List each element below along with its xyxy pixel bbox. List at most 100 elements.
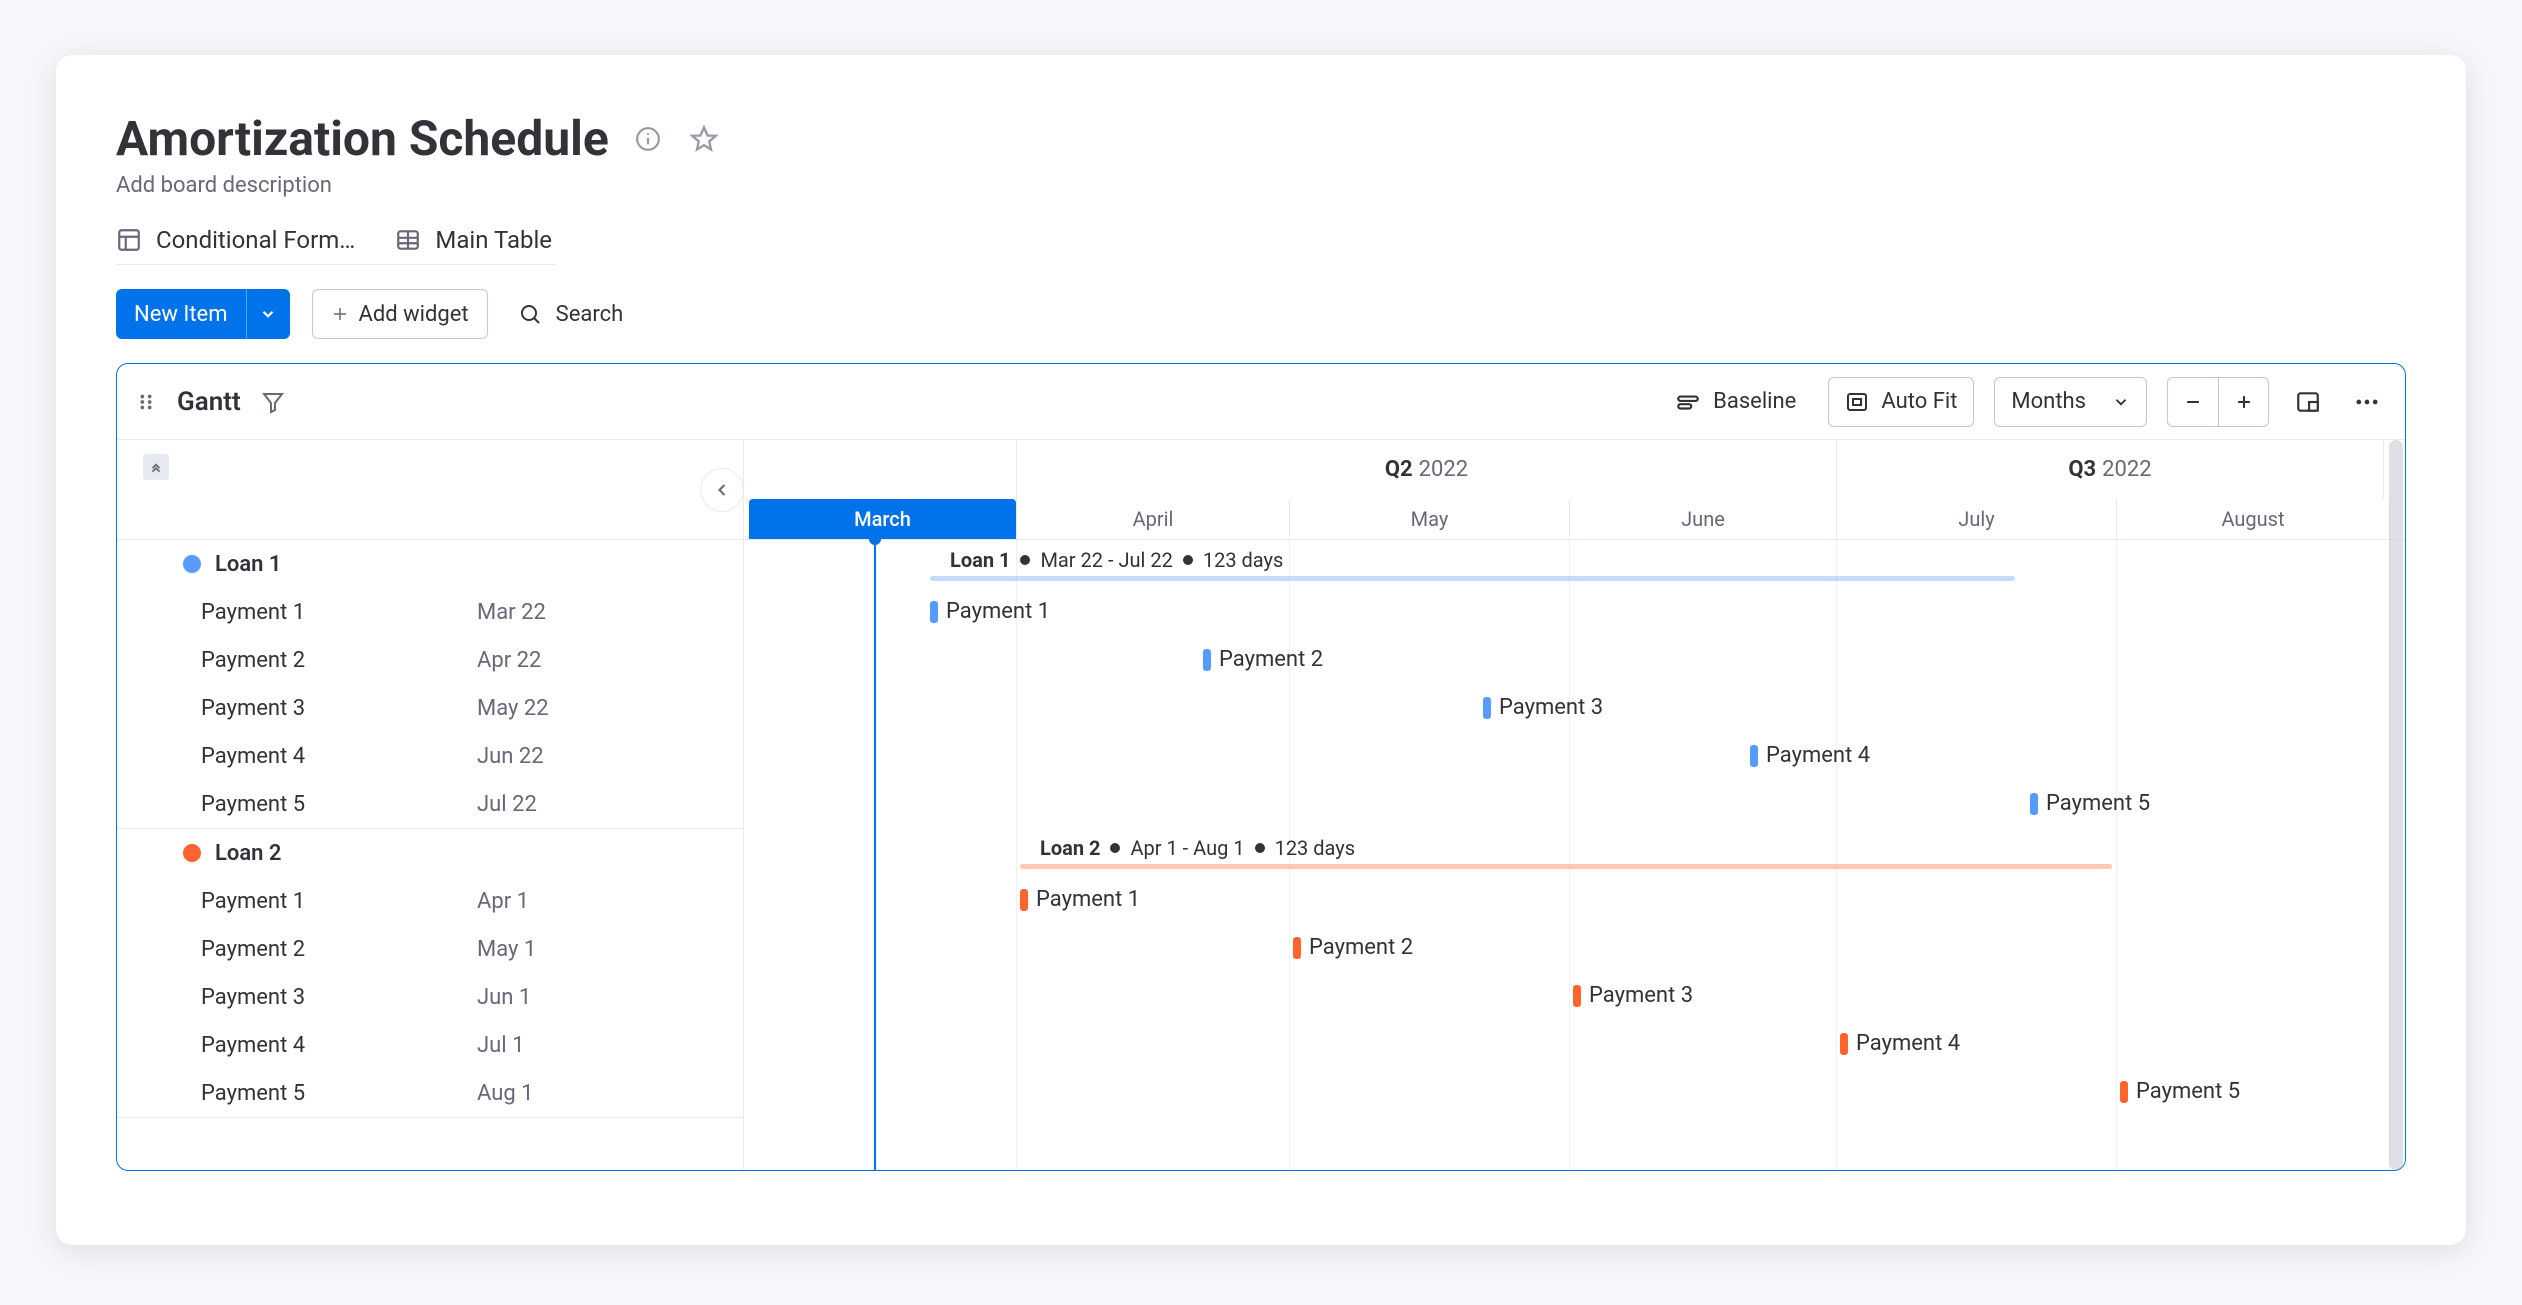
timeline-month-label: July	[1837, 499, 2117, 539]
new-item-dropdown[interactable]	[246, 289, 290, 339]
payment-marker[interactable]	[1020, 889, 1028, 911]
group-summary-label: Loan 2Apr 1 - Aug 1123 days	[1040, 836, 1355, 860]
item-row[interactable]: Payment 2May 1	[117, 925, 743, 973]
tab-label: Conditional Form…	[156, 226, 355, 254]
board-description[interactable]: Add board description	[116, 173, 2406, 198]
item-row[interactable]: Payment 3May 22	[117, 684, 743, 732]
item-name: Payment 5	[117, 1081, 477, 1106]
item-date: Jul 22	[477, 792, 537, 817]
zoom-in-button[interactable]	[2218, 378, 2268, 426]
add-widget-label: Add widget	[359, 302, 469, 327]
board-title[interactable]: Amortization Schedule	[116, 110, 609, 167]
new-item-label: New Item	[116, 302, 246, 327]
chevron-down-icon	[2112, 393, 2130, 411]
payment-marker[interactable]	[1293, 937, 1301, 959]
payment-marker-label: Payment 1	[946, 599, 1050, 624]
tab-main-table[interactable]: Main Table	[395, 226, 552, 254]
new-item-button[interactable]: New Item	[116, 289, 290, 339]
item-row[interactable]: Payment 1Apr 1	[117, 877, 743, 925]
payment-marker[interactable]	[1750, 745, 1758, 767]
payment-marker-label: Payment 5	[2046, 791, 2150, 816]
gantt-timeline[interactable]: Q2 2022Q3 2022 MarchAprilMayJuneJulyAugu…	[744, 440, 2405, 1170]
item-name: Payment 3	[117, 696, 477, 721]
payment-marker-label: Payment 3	[1589, 983, 1693, 1008]
item-row[interactable]: Payment 2Apr 22	[117, 636, 743, 684]
auto-fit-icon	[1845, 390, 1869, 414]
payment-marker[interactable]	[1483, 697, 1491, 719]
item-name: Payment 3	[117, 985, 477, 1010]
payment-marker[interactable]	[1203, 649, 1211, 671]
item-row[interactable]: Payment 5Jul 22	[117, 780, 743, 828]
zoom-controls	[2167, 377, 2269, 427]
vertical-scrollbar[interactable]	[2389, 440, 2403, 1170]
payment-marker[interactable]	[1573, 985, 1581, 1007]
drag-handle-icon[interactable]	[135, 391, 157, 413]
group-header[interactable]: Loan 2	[117, 829, 743, 877]
group-name: Loan 2	[215, 841, 281, 866]
payment-marker[interactable]	[1840, 1033, 1848, 1055]
scroll-left-button[interactable]	[700, 468, 744, 512]
timeline-month-label: March	[744, 499, 1017, 539]
timeline-month-label: August	[2117, 499, 2390, 539]
item-date: Mar 22	[477, 600, 546, 625]
group-header[interactable]: Loan 1	[117, 540, 743, 588]
item-row[interactable]: Payment 4Jul 1	[117, 1021, 743, 1069]
baseline-icon	[1675, 389, 1701, 415]
fullscreen-button[interactable]	[2289, 377, 2327, 427]
plus-icon	[331, 305, 349, 323]
timeline-month-label: June	[1570, 499, 1837, 539]
zoom-out-button[interactable]	[2168, 378, 2218, 426]
item-name: Payment 4	[117, 744, 477, 769]
item-row[interactable]: Payment 3Jun 1	[117, 973, 743, 1021]
gantt-widget: Gantt Baseline	[116, 363, 2406, 1171]
view-tabs: Conditional Form… Main Table	[116, 204, 556, 265]
item-name: Payment 5	[117, 792, 477, 817]
payment-marker-label: Payment 4	[1856, 1031, 1960, 1056]
more-options-button[interactable]	[2347, 377, 2387, 427]
item-name: Payment 2	[117, 937, 477, 962]
item-row[interactable]: Payment 4Jun 22	[117, 732, 743, 780]
timeline-quarter-label: Q2 2022	[1017, 440, 1837, 499]
payment-marker-label: Payment 2	[1219, 647, 1323, 672]
item-date: May 1	[477, 937, 536, 962]
timeline-month-label: April	[1017, 499, 1290, 539]
auto-fit-button[interactable]: Auto Fit	[1828, 377, 1974, 427]
collapse-all-button[interactable]	[143, 454, 169, 480]
auto-fit-label: Auto Fit	[1881, 389, 1957, 414]
item-row[interactable]: Payment 5Aug 1	[117, 1069, 743, 1117]
info-icon[interactable]	[631, 122, 665, 156]
search-button[interactable]: Search	[510, 302, 624, 327]
gantt-title: Gantt	[177, 387, 241, 417]
gantt-left-panel: Loan 1Payment 1Mar 22Payment 2Apr 22Paym…	[117, 440, 744, 1170]
item-date: Apr 1	[477, 889, 529, 914]
timeline-header: Q2 2022Q3 2022 MarchAprilMayJuneJulyAugu…	[744, 440, 2405, 540]
star-icon[interactable]	[687, 122, 721, 156]
item-date: Jun 1	[477, 985, 531, 1010]
baseline-button[interactable]: Baseline	[1663, 377, 1808, 427]
payment-marker-label: Payment 1	[1036, 887, 1140, 912]
current-month-pill: March	[749, 499, 1016, 539]
payment-marker[interactable]	[2120, 1081, 2128, 1103]
payment-marker-label: Payment 2	[1309, 935, 1413, 960]
item-name: Payment 4	[117, 1033, 477, 1058]
search-icon	[518, 302, 542, 326]
group-color-dot	[183, 555, 201, 573]
payment-marker[interactable]	[2030, 793, 2038, 815]
group-span-bar[interactable]	[930, 576, 2015, 581]
item-row[interactable]: Payment 1Mar 22	[117, 588, 743, 636]
filter-icon[interactable]	[261, 390, 285, 414]
item-date: May 22	[477, 696, 549, 721]
payment-marker-label: Payment 3	[1499, 695, 1603, 720]
payment-marker-label: Payment 5	[2136, 1079, 2240, 1104]
tab-label: Main Table	[435, 226, 552, 254]
payment-marker[interactable]	[930, 601, 938, 623]
board-view-icon	[116, 227, 142, 253]
zoom-level-dropdown[interactable]: Months	[1994, 377, 2147, 427]
add-widget-button[interactable]: Add widget	[312, 289, 488, 339]
item-date: Jul 1	[477, 1033, 524, 1058]
group-summary-label: Loan 1Mar 22 - Jul 22123 days	[950, 548, 1283, 572]
tab-conditional-formatting[interactable]: Conditional Form…	[116, 226, 355, 254]
today-indicator	[874, 540, 876, 1170]
group-span-bar[interactable]	[1020, 864, 2112, 869]
timeline-month-label: May	[1290, 499, 1570, 539]
